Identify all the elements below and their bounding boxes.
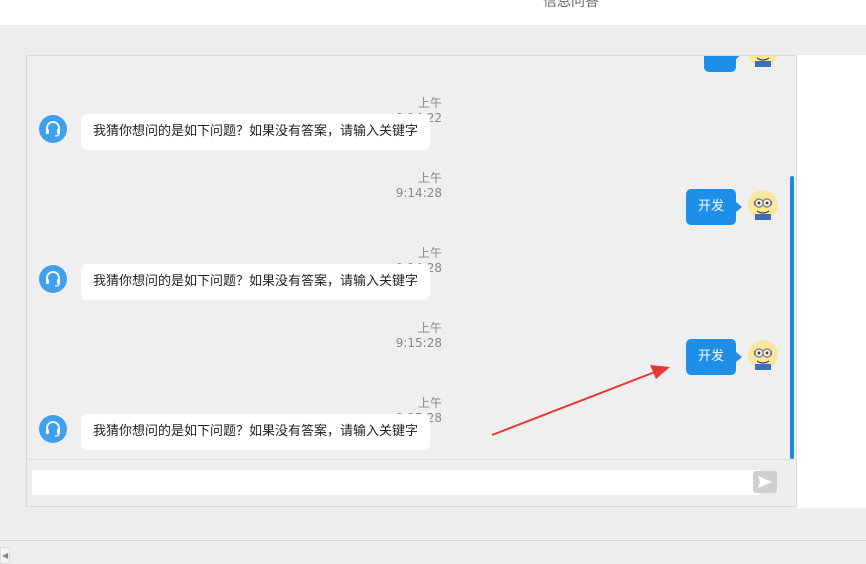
annotation-arrow [491,365,670,436]
